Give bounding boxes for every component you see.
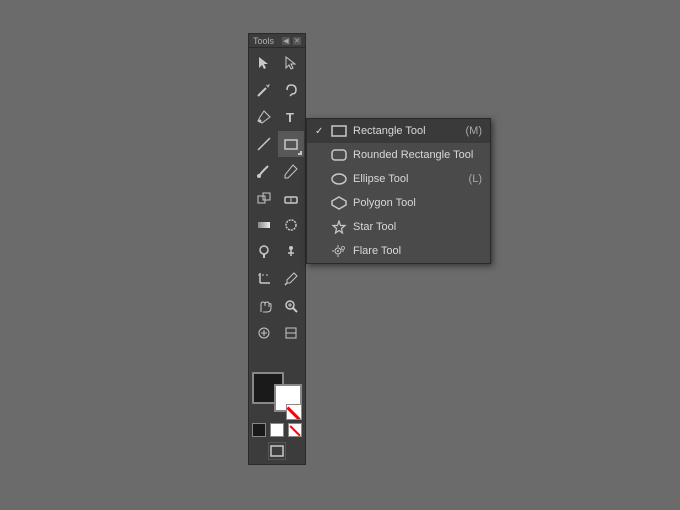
rectangle-tool-shortcut: (M) (466, 125, 483, 137)
flyout-item-polygon[interactable]: Polygon Tool (307, 191, 490, 215)
tool-brush[interactable] (251, 158, 277, 184)
toolbar-title: Tools (253, 36, 274, 46)
tool-direct-selection[interactable] (278, 50, 304, 76)
tool-shape[interactable] (278, 131, 304, 157)
toolbar-title-bar: Tools ◀ ✕ (249, 34, 305, 48)
tool-zoom[interactable] (278, 293, 304, 319)
small-bg-color[interactable] (270, 423, 284, 437)
flyout-item-star[interactable]: Star Tool (307, 215, 490, 239)
color-swatch-area (252, 372, 302, 420)
tool-pen[interactable] (251, 104, 277, 130)
star-icon (331, 219, 347, 235)
tool-puppet[interactable] (278, 239, 304, 265)
rectangle-tool-label: Rectangle Tool (353, 125, 460, 137)
flyout-item-rectangle[interactable]: ✓ Rectangle Tool (M) (307, 119, 490, 143)
flyout-item-ellipse[interactable]: Ellipse Tool (L) (307, 167, 490, 191)
rounded-rectangle-tool-label: Rounded Rectangle Tool (353, 149, 476, 161)
color-small-row (252, 423, 302, 437)
toolbar-panel: Tools ◀ ✕ T (248, 33, 306, 465)
tool-crop[interactable] (251, 266, 277, 292)
tool-magic-wand[interactable] (251, 77, 277, 103)
star-tool-label: Star Tool (353, 221, 476, 233)
small-fg-color[interactable] (252, 423, 266, 437)
tool-eyedropper[interactable] (278, 266, 304, 292)
tool-line[interactable] (251, 131, 277, 157)
tool-flyout-arrow (298, 151, 302, 155)
close-button[interactable]: ✕ (293, 37, 301, 45)
rectangle-icon (331, 123, 347, 139)
tool-extra2[interactable] (278, 320, 304, 346)
ellipse-tool-shortcut: (L) (469, 173, 482, 185)
tool-lasso[interactable] (278, 77, 304, 103)
flare-tool-label: Flare Tool (353, 245, 476, 257)
tool-dodge[interactable] (251, 239, 277, 265)
toolbar-controls: ◀ ✕ (282, 37, 301, 45)
tool-type[interactable]: T (278, 104, 304, 130)
tools-grid: T (249, 48, 305, 368)
tool-pencil[interactable] (278, 158, 304, 184)
no-color[interactable] (288, 423, 302, 437)
checkmark-icon: ✓ (315, 126, 325, 137)
tool-selection[interactable] (251, 50, 277, 76)
screen-mode-row (268, 442, 286, 460)
polygon-icon (331, 195, 347, 211)
tool-hand[interactable] (251, 293, 277, 319)
flyout-item-flare[interactable]: Flare Tool (307, 239, 490, 263)
flare-icon (331, 243, 347, 259)
rounded-rectangle-icon (331, 147, 347, 163)
collapse-button[interactable]: ◀ (282, 37, 290, 45)
tool-clone[interactable] (251, 185, 277, 211)
svg-text:T: T (286, 110, 294, 125)
toolbar-bottom (249, 368, 305, 464)
tool-blur[interactable] (278, 212, 304, 238)
tool-eraser[interactable] (278, 185, 304, 211)
ellipse-icon (331, 171, 347, 187)
polygon-tool-label: Polygon Tool (353, 197, 476, 209)
tool-extra1[interactable] (251, 320, 277, 346)
standard-mode-button[interactable] (268, 442, 286, 460)
tool-gradient[interactable] (251, 212, 277, 238)
ellipse-tool-label: Ellipse Tool (353, 173, 463, 185)
flyout-menu: ✓ Rectangle Tool (M) Rounded Rectangle T… (306, 118, 491, 264)
flyout-item-rounded-rectangle[interactable]: Rounded Rectangle Tool (307, 143, 490, 167)
